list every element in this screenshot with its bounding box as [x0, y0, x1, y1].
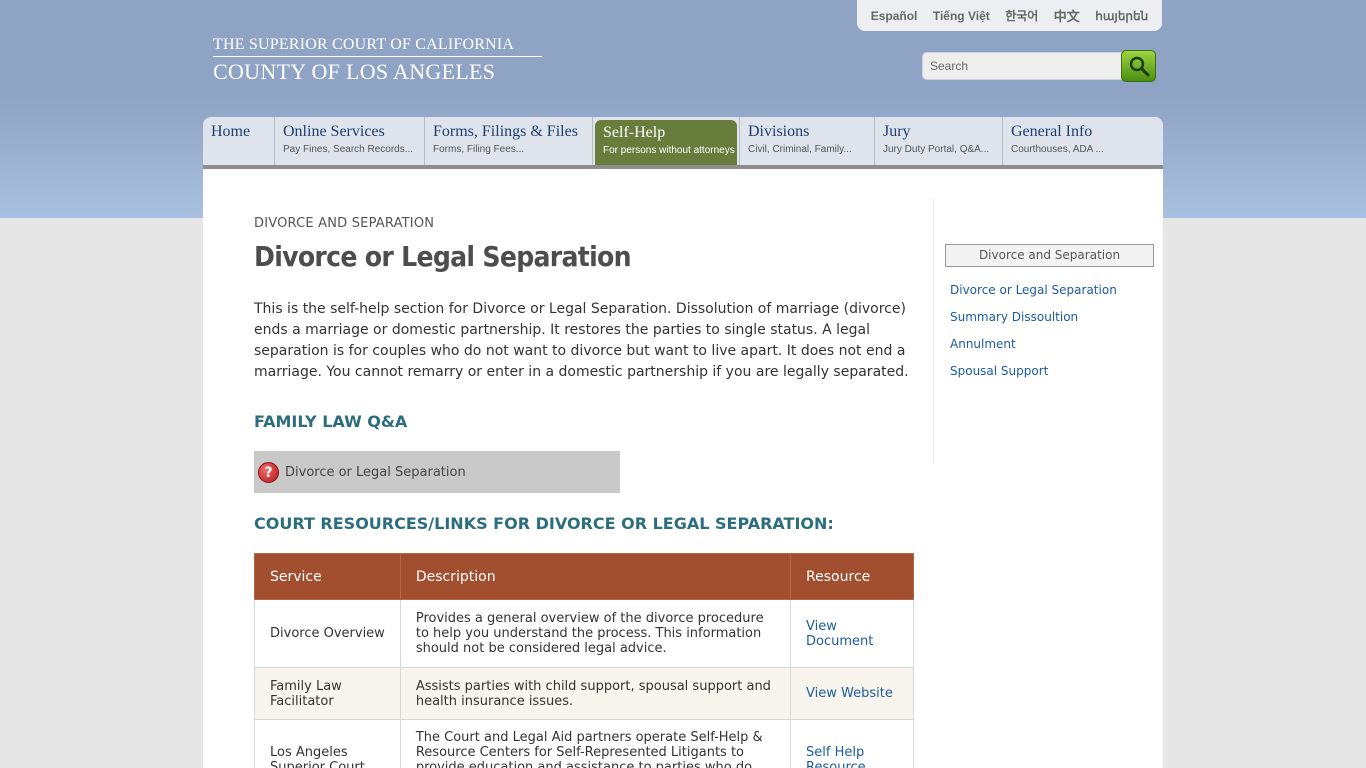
- cell-service: Divorce Overview: [254, 599, 401, 668]
- table-row: Los Angeles Superior Court The Court and…: [254, 719, 914, 768]
- resource-link[interactable]: Self Help Resource: [806, 745, 866, 768]
- sidebar-link-annulment[interactable]: Annulment: [950, 337, 1117, 364]
- cell-description: The Court and Legal Aid partners operate…: [399, 719, 792, 768]
- nav-jury-subtitle: Jury Duty Portal, Q&A...: [883, 144, 990, 155]
- cell-description: Assists parties with child support, spou…: [399, 667, 792, 720]
- logo-line-1: THE SUPERIOR COURT OF CALIFORNIA: [213, 36, 542, 57]
- sidebar-heading[interactable]: Divorce and Separation: [945, 244, 1154, 267]
- nav-self-help-title: Self-Help: [603, 124, 666, 141]
- search-button[interactable]: [1121, 50, 1156, 82]
- search-input[interactable]: Search: [922, 52, 1122, 80]
- table-row: Divorce Overview Provides a general over…: [254, 599, 914, 668]
- intro-paragraph: This is the self-help section for Divorc…: [254, 301, 909, 380]
- header-description: Description: [399, 553, 792, 600]
- sidebar: Divorce and Separation Divorce or Legal …: [933, 199, 1163, 464]
- resources-table: Service Description Resource Divorce Ove…: [254, 553, 914, 768]
- question-mark-icon: ?: [258, 461, 279, 483]
- nav-forms-filings-title: Forms, Filings & Files: [433, 123, 578, 140]
- nav-forms-filings[interactable]: Forms, Filings & Files Forms, Filing Fee…: [425, 117, 593, 165]
- cell-resource: View Document: [790, 599, 914, 668]
- nav-self-help[interactable]: Self-Help For persons without attorneys: [595, 120, 737, 165]
- header-resource: Resource: [790, 553, 914, 600]
- nav-online-services-subtitle: Pay Fines, Search Records...: [283, 144, 414, 155]
- table-header-row: Service Description Resource: [254, 553, 914, 600]
- nav-divisions[interactable]: Divisions Civil, Criminal, Family...: [739, 117, 875, 165]
- resource-link[interactable]: View Document: [806, 619, 873, 649]
- nav-forms-filings-subtitle: Forms, Filing Fees...: [433, 144, 525, 155]
- nav-general-info-subtitle: Courthouses, ADA ...: [1011, 144, 1104, 155]
- nav-home-title: Home: [211, 123, 251, 140]
- magnifier-icon: [1129, 56, 1149, 77]
- resource-link[interactable]: View Website: [806, 686, 893, 701]
- qa-item-label: Divorce or Legal Separation: [285, 464, 466, 480]
- nav-divisions-title: Divisions: [748, 123, 810, 140]
- nav-self-help-subtitle: For persons without attorneys: [603, 145, 735, 156]
- nav-home[interactable]: Home: [203, 117, 275, 165]
- lang-armenian[interactable]: հայերեն: [1095, 9, 1148, 23]
- cell-service: Family Law Facilitator: [254, 667, 401, 720]
- header-service: Service: [254, 553, 401, 600]
- page-title: Divorce or Legal Separation: [254, 240, 632, 273]
- main-nav: Home Online Services Pay Fines, Search R…: [203, 117, 1163, 169]
- lang-chinese[interactable]: 中文: [1054, 6, 1080, 25]
- sidebar-link-divorce[interactable]: Divorce or Legal Separation: [950, 283, 1117, 310]
- logo-line-2: COUNTY OF LOS ANGELES: [213, 59, 496, 84]
- sidebar-links: Divorce or Legal Separation Summary Diss…: [950, 283, 1117, 391]
- nav-general-info[interactable]: General Info Courthouses, ADA ...: [1003, 117, 1159, 165]
- nav-general-info-title: General Info: [1011, 123, 1093, 140]
- sidebar-link-spousal-support[interactable]: Spousal Support: [950, 364, 1117, 391]
- nav-jury-title: Jury: [883, 123, 911, 140]
- cell-service: Los Angeles Superior Court: [254, 719, 401, 768]
- nav-online-services[interactable]: Online Services Pay Fines, Search Record…: [275, 117, 425, 165]
- lang-korean[interactable]: 한국어: [1005, 7, 1038, 24]
- table-row: Family Law Facilitator Assists parties w…: [254, 667, 914, 720]
- qa-accordion-item[interactable]: ? Divorce or Legal Separation: [254, 451, 620, 493]
- nav-jury[interactable]: Jury Jury Duty Portal, Q&A...: [875, 117, 1003, 165]
- sidebar-link-summary-dissolution[interactable]: Summary Dissoultion: [950, 310, 1117, 337]
- lang-spanish[interactable]: Español: [871, 9, 918, 23]
- language-bar: Español Tiếng Việt 한국어 中文 հայերեն: [857, 0, 1162, 31]
- lang-vietnamese[interactable]: Tiếng Việt: [933, 9, 990, 23]
- nav-online-services-title: Online Services: [283, 123, 385, 140]
- breadcrumb-category: DIVORCE AND SEPARATION: [254, 216, 435, 231]
- cell-resource: View Website: [790, 667, 914, 720]
- resources-heading: COURT RESOURCES/LINKS FOR DIVORCE OR LEG…: [254, 514, 834, 533]
- qa-heading: FAMILY LAW Q&A: [254, 412, 408, 431]
- court-logo[interactable]: THE SUPERIOR COURT OF CALIFORNIA COUNTY …: [213, 36, 543, 85]
- content-panel: DIVORCE AND SEPARATION Divorce or Legal …: [203, 169, 1163, 768]
- cell-description: Provides a general overview of the divor…: [399, 599, 792, 668]
- cell-resource: Self Help Resource: [790, 719, 914, 768]
- nav-divisions-subtitle: Civil, Criminal, Family...: [748, 144, 852, 155]
